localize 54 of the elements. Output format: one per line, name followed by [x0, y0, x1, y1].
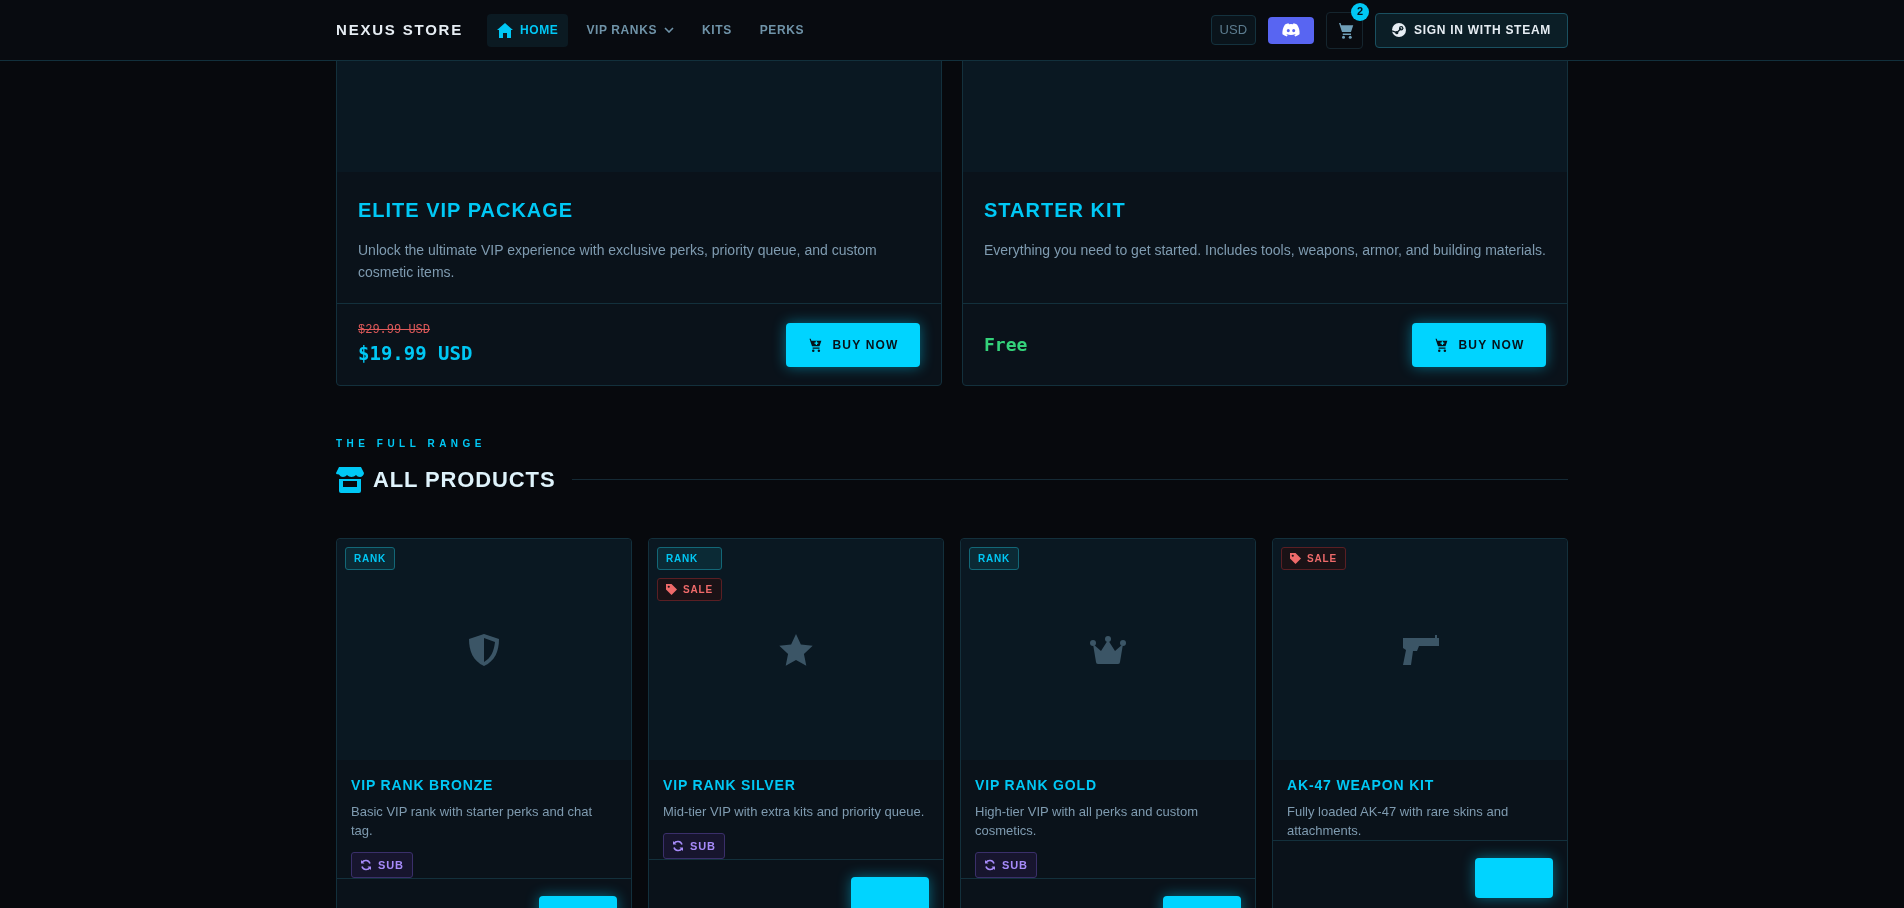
- shield-icon: [469, 633, 499, 666]
- refresh-icon: [672, 840, 684, 852]
- card-title: ELITE VIP PACKAGE: [358, 198, 575, 223]
- pistol-icon: [1401, 634, 1439, 665]
- nav-link[interactable]: HOME: [487, 13, 569, 47]
- currency-button[interactable]: USD: [1210, 15, 1257, 45]
- buy-now-button[interactable]: BUY NOW: [786, 322, 920, 367]
- card-title: AK-47 WEAPON KIT: [1287, 776, 1436, 795]
- card-title: VIP RANK GOLD: [975, 776, 1098, 795]
- buy-button[interactable]: [1475, 858, 1553, 898]
- rank-badge: RANK: [657, 547, 722, 570]
- chevron-down-icon: [664, 27, 674, 33]
- rank-badge: RANK: [969, 547, 1020, 570]
- old-price: $29.99 USD: [358, 322, 431, 340]
- crown-icon: [1090, 635, 1126, 664]
- subscription-badge: SUB: [975, 852, 1037, 878]
- nav-link[interactable]: PERKS: [749, 13, 815, 47]
- buy-now-button[interactable]: BUY NOW: [1412, 322, 1546, 367]
- card-title: VIP RANK BRONZE: [351, 776, 495, 795]
- card-description: High-tier VIP with all perks and custom cosmetics.: [975, 803, 1200, 840]
- card-description: Unlock the ultimate VIP experience with exclusive perks, priority queue, and custom cosmetic items.: [358, 241, 878, 282]
- nav-link[interactable]: KITS: [692, 13, 742, 47]
- price: $19.99 USD: [358, 341, 473, 367]
- card-title: STARTER KIT: [984, 198, 1127, 223]
- refresh-icon: [984, 859, 996, 871]
- home-icon: [497, 22, 514, 38]
- steam-icon: [1392, 23, 1407, 37]
- subscription-badge: SUB: [663, 833, 725, 859]
- card-description: Everything you need to get started. Includes tools, weapons, armor, and building materials.: [984, 241, 1546, 260]
- steam-sign-in-button[interactable]: SIGN IN WITH STEAM: [1375, 12, 1568, 48]
- card-description: Fully loaded AK-47 with rare skins and attachments.: [1287, 803, 1510, 840]
- buy-button[interactable]: [851, 877, 929, 908]
- cart-icon: [807, 337, 823, 352]
- section-title: ALL PRODUCTS: [373, 466, 556, 494]
- tag-icon: [1290, 553, 1301, 564]
- cart-count-badge: 2: [1351, 2, 1370, 21]
- card-description: Basic VIP rank with starter perks and chat tag.: [351, 803, 594, 840]
- card-description: Mid-tier VIP with extra kits and priority queue.: [663, 803, 926, 821]
- store-icon: [336, 466, 364, 493]
- rank-badge: RANK: [345, 547, 396, 570]
- cart-icon: [1433, 337, 1449, 352]
- sale-badge: SALE: [1281, 547, 1346, 570]
- price: Free: [984, 333, 1028, 357]
- card-title: VIP RANK SILVER: [663, 776, 797, 795]
- brand-logo[interactable]: NEXUS STORE: [336, 18, 464, 42]
- star-icon: [779, 633, 813, 666]
- subscription-badge: SUB: [351, 852, 413, 878]
- section-eyebrow: THE FULL RANGE: [336, 437, 488, 451]
- tag-icon: [666, 584, 677, 595]
- sale-badge: SALE: [657, 578, 722, 601]
- discord-button[interactable]: [1268, 16, 1315, 44]
- refresh-icon: [360, 859, 372, 871]
- nav-link[interactable]: VIP RANKS: [576, 13, 684, 47]
- discord-icon: [1282, 23, 1301, 37]
